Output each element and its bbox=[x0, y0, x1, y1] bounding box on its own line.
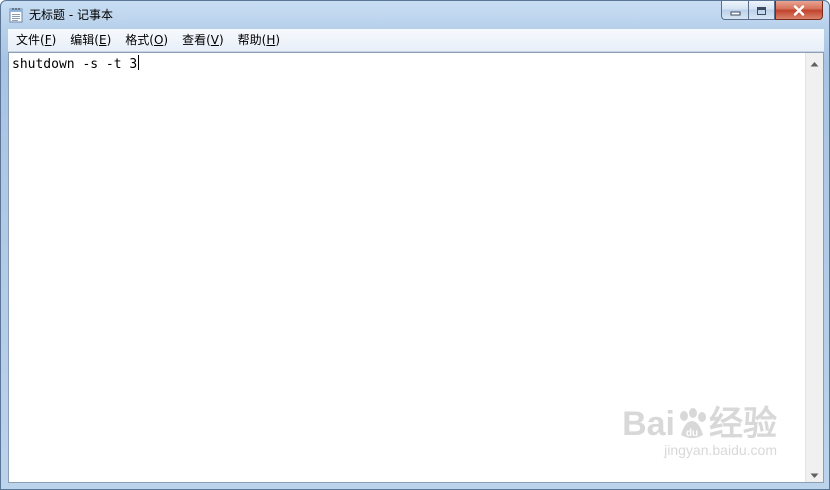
scroll-up-button[interactable] bbox=[806, 53, 823, 70]
scroll-down-arrow-icon bbox=[810, 464, 819, 483]
close-icon bbox=[793, 1, 805, 20]
editor-text: shutdown -s -t 3 bbox=[12, 57, 138, 72]
text-caret bbox=[138, 55, 140, 70]
maximize-button[interactable] bbox=[748, 1, 775, 20]
menu-view[interactable]: 查看(V) bbox=[176, 30, 230, 50]
notepad-window: 无标题 - 记事本 文件(F) 编辑(E) 格式(O) 查看(V) 帮助(H) … bbox=[0, 0, 830, 490]
notepad-icon bbox=[9, 7, 23, 23]
menu-edit[interactable]: 编辑(E) bbox=[64, 30, 117, 50]
title-bar[interactable]: 无标题 - 记事本 bbox=[1, 1, 829, 29]
scroll-up-arrow-icon bbox=[810, 52, 819, 71]
scroll-down-button[interactable] bbox=[806, 465, 823, 482]
vertical-scrollbar[interactable] bbox=[805, 53, 823, 482]
menu-bar: 文件(F) 编辑(E) 格式(O) 查看(V) 帮助(H) bbox=[8, 29, 824, 52]
minimize-button[interactable] bbox=[721, 1, 748, 20]
text-editor[interactable]: shutdown -s -t 3 Bai du 经验 jingyan.baidu… bbox=[8, 52, 824, 483]
maximize-icon bbox=[756, 1, 767, 20]
menu-help[interactable]: 帮助(H) bbox=[232, 30, 286, 50]
window-title: 无标题 - 记事本 bbox=[29, 8, 113, 22]
caption-buttons bbox=[721, 1, 823, 21]
menu-file[interactable]: 文件(F) bbox=[10, 30, 62, 50]
menu-format[interactable]: 格式(O) bbox=[119, 30, 174, 50]
minimize-icon bbox=[730, 1, 741, 20]
close-button[interactable] bbox=[775, 1, 823, 20]
text-content[interactable]: shutdown -s -t 3 bbox=[12, 55, 803, 480]
